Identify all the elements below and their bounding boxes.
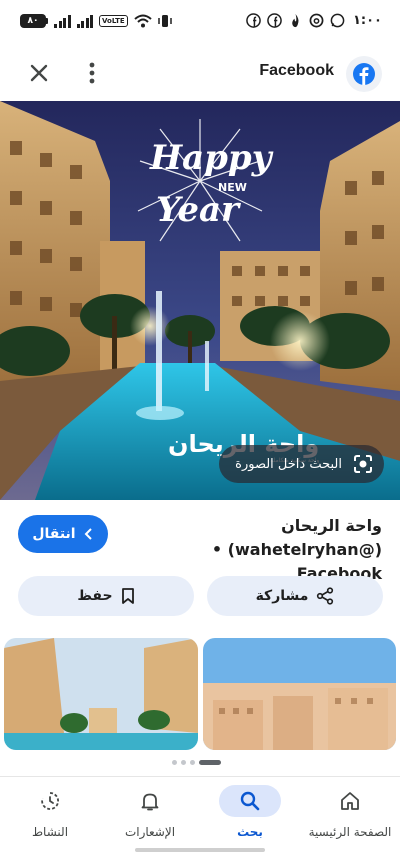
battery-level: ٨٠ (20, 14, 46, 28)
greeting-line1: Happy (149, 138, 274, 178)
search-icon (240, 791, 260, 811)
home-indicator[interactable] (135, 848, 265, 852)
search-inside-image-label: البحث داخل الصورة (235, 456, 342, 472)
threads-icon (309, 13, 324, 28)
save-label: حفظ (77, 588, 113, 604)
volte-badge: VoLTE (99, 15, 128, 27)
clock: ١:٠٠ (352, 13, 382, 28)
carousel-dot (172, 760, 177, 765)
history-icon (41, 792, 59, 810)
result-title-line1: واحة الريحان (@wahetelryhan) • (211, 516, 382, 559)
close-icon[interactable] (26, 60, 52, 86)
carousel-indicator (172, 760, 221, 765)
search-inside-image-button[interactable]: البحث داخل الصورة (219, 445, 384, 483)
visit-label: انتقال (32, 526, 76, 542)
bell-icon (141, 793, 159, 811)
share-icon (317, 587, 334, 605)
main-image[interactable]: Happy NEW Year واحة الريحان واحة سكنية م… (0, 101, 400, 500)
save-button[interactable]: حفظ (18, 576, 194, 616)
chevron-left-icon (84, 528, 92, 540)
home-icon (341, 792, 359, 810)
source-avatar[interactable] (346, 56, 382, 92)
app-bar: Facebook (0, 50, 400, 96)
share-button[interactable]: مشاركة (207, 576, 383, 616)
related-image[interactable] (4, 638, 198, 750)
status-bar: ٨٠ VoLTE ١:٠٠ (0, 0, 400, 50)
nav-home-label: الصفحة الرئيسية (308, 825, 392, 839)
bookmark-icon (121, 588, 134, 604)
source-title[interactable]: Facebook (259, 62, 334, 80)
nav-home[interactable]: الصفحة الرئيسية (300, 785, 400, 839)
facebook-logo-icon (353, 63, 375, 85)
visit-button[interactable]: انتقال (18, 515, 108, 553)
signal-icon (76, 14, 93, 28)
vibrate-icon (157, 15, 172, 27)
more-options-icon[interactable] (82, 60, 102, 86)
related-image[interactable] (203, 638, 396, 750)
nav-search-label: بحث (237, 825, 263, 839)
carousel-dot-active (199, 760, 221, 765)
facebook-icon (246, 13, 261, 28)
nav-search[interactable]: بحث (200, 785, 300, 839)
carousel-dot (181, 760, 186, 765)
nav-notifications-label: الإشعارات (124, 825, 176, 839)
whatsapp-icon (330, 13, 345, 28)
wifi-icon (134, 14, 152, 28)
signal-icon (54, 14, 71, 28)
share-label: مشاركة (255, 588, 309, 604)
greeting-line3: Year (156, 190, 241, 230)
lens-icon (354, 455, 372, 473)
battery-icon: ٨٠ (20, 14, 48, 28)
nav-activity-label: النشاط (31, 825, 69, 839)
facebook-icon (267, 13, 282, 28)
carousel-dot (190, 760, 195, 765)
nav-notifications[interactable]: الإشعارات (100, 785, 200, 839)
nav-activity[interactable]: النشاط (0, 785, 100, 839)
flame-icon (292, 13, 299, 28)
